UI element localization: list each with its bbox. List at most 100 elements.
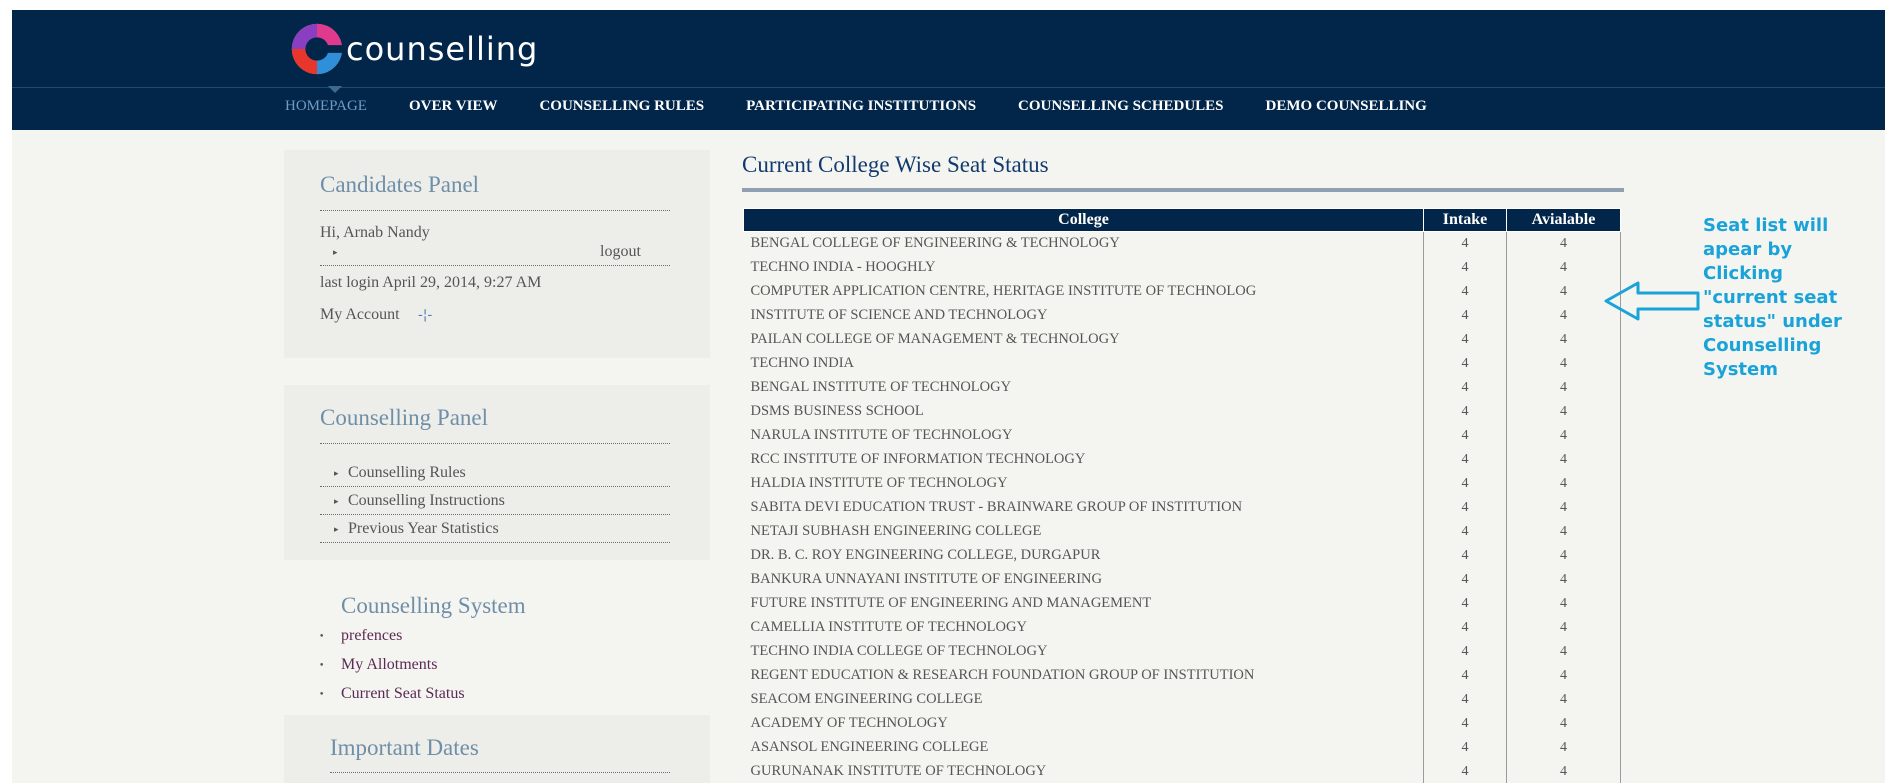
available-cell: 4: [1506, 735, 1621, 760]
college-name-cell: TECHNO INDIA: [750, 355, 855, 371]
annotation-line: System: [1703, 359, 1778, 380]
college-name-cell: CAMELLIA INSTITUTE OF TECHNOLOGY: [750, 619, 1027, 635]
link-my-allotments[interactable]: My Allotments: [341, 656, 437, 674]
annotation-callout: Seat list will apear by Clicking "curren…: [1703, 214, 1885, 382]
available-cell: 4: [1506, 543, 1621, 568]
nav-divider: [12, 87, 1885, 88]
browser-viewport: counselling HOMEPAGE OVER VIEW COUNSELLI…: [12, 10, 1885, 783]
college-name-cell: NETAJI SUBHASH ENGINEERING COLLEGE: [750, 523, 1042, 539]
logout-link[interactable]: logout: [600, 243, 641, 261]
available-cell: 4: [1506, 711, 1621, 736]
divider: [320, 210, 670, 211]
bullet-dot-icon: •: [319, 690, 325, 700]
table-row: INSTITUTE OF SCIENCE AND TECHNOLOGY 4 4: [744, 303, 1621, 328]
available-cell: 4: [1506, 255, 1621, 280]
column-header-intake: Intake: [1423, 208, 1507, 232]
nav-over-view[interactable]: OVER VIEW: [409, 98, 498, 115]
link-previous-year-statistics[interactable]: Previous Year Statistics: [348, 520, 499, 538]
candidates-panel: Candidates Panel Hi, Arnab Nandy ▸ logou…: [284, 150, 710, 358]
counselling-panel-title: Counselling Panel: [320, 405, 489, 430]
table-row: NARULA INSTITUTE OF TECHNOLOGY 4 4: [744, 423, 1621, 448]
last-login-text: last login April 29, 2014, 9:27 AM: [320, 274, 542, 291]
college-name-cell: DSMS BUSINESS SCHOOL: [750, 403, 924, 419]
counselling-panel: Counselling Panel ▸ Counselling Rules ▸ …: [284, 385, 710, 560]
nav-participating-institutions[interactable]: PARTICIPATING INSTITUTIONS: [746, 98, 976, 115]
intake-cell: 4: [1423, 231, 1507, 256]
nav-counselling-schedules[interactable]: COUNSELLING SCHEDULES: [1018, 98, 1223, 115]
table-row: DR. B. C. ROY ENGINEERING COLLEGE, DURGA…: [744, 543, 1621, 568]
table-row: TECHNO INDIA 4 4: [744, 351, 1621, 376]
available-cell: 4: [1506, 567, 1621, 592]
college-name-cell: TECHNO INDIA - HOOGHLY: [750, 259, 936, 275]
college-name-cell: ACADEMY OF TECHNOLOGY: [750, 715, 948, 731]
college-name-cell: SEACOM ENGINEERING COLLEGE: [750, 691, 983, 707]
college-name-cell: RCC INSTITUTE OF INFORMATION TECHNOLOGY: [750, 451, 1086, 467]
available-cell: 4: [1506, 759, 1621, 783]
intake-cell: 4: [1423, 303, 1507, 328]
nav-counselling-rules[interactable]: COUNSELLING RULES: [539, 98, 704, 115]
college-name-cell: NARULA INSTITUTE OF TECHNOLOGY: [750, 427, 1013, 443]
page-title: Current College Wise Seat Status: [742, 152, 1049, 177]
divider: [320, 443, 670, 444]
left-arrow-icon: [1604, 281, 1700, 321]
intake-cell: 4: [1423, 639, 1507, 664]
college-name-cell: ASANSOL ENGINEERING COLLEGE: [750, 739, 989, 755]
nav-homepage[interactable]: HOMEPAGE: [285, 98, 367, 115]
settings-sparkle-icon[interactable]: -¦-: [418, 307, 432, 323]
title-underline: [742, 188, 1624, 192]
table-row: PAILAN COLLEGE OF MANAGEMENT & TECHNOLOG…: [744, 327, 1621, 352]
counselling-system-title: Counselling System: [341, 593, 526, 618]
table-row: ASANSOL ENGINEERING COLLEGE 4 4: [744, 735, 1621, 760]
intake-cell: 4: [1423, 615, 1507, 640]
annotation-line: Seat list will: [1703, 215, 1829, 236]
candidates-panel-title: Candidates Panel: [320, 172, 480, 197]
divider: [320, 514, 670, 515]
table-row: TECHNO INDIA COLLEGE OF TECHNOLOGY 4 4: [744, 639, 1621, 664]
table-row: DSMS BUSINESS SCHOOL 4 4: [744, 399, 1621, 424]
logo-text: counselling: [346, 30, 539, 68]
table-row: FUTURE INSTITUTE OF ENGINEERING AND MANA…: [744, 591, 1621, 616]
table-row: BENGAL INSTITUTE OF TECHNOLOGY 4 4: [744, 375, 1621, 400]
available-cell: 4: [1506, 519, 1621, 544]
intake-cell: 4: [1423, 279, 1507, 304]
divider: [320, 542, 670, 543]
intake-cell: 4: [1423, 711, 1507, 736]
link-prefences[interactable]: prefences: [341, 627, 402, 645]
available-cell: 4: [1506, 591, 1621, 616]
intake-cell: 4: [1423, 543, 1507, 568]
bullet-dot-icon: •: [319, 632, 325, 642]
annotation-line: Counselling: [1703, 335, 1822, 356]
my-account-link[interactable]: My Account: [320, 306, 400, 324]
column-header-college: College: [743, 208, 1424, 232]
main-nav: HOMEPAGE OVER VIEW COUNSELLING RULES PAR…: [285, 98, 1469, 115]
college-name-cell: GURUNANAK INSTITUTE OF TECHNOLOGY: [750, 763, 1047, 779]
intake-cell: 4: [1423, 423, 1507, 448]
college-name-cell: DR. B. C. ROY ENGINEERING COLLEGE, DURGA…: [750, 547, 1101, 563]
intake-cell: 4: [1423, 351, 1507, 376]
intake-cell: 4: [1423, 471, 1507, 496]
column-header-available: Avialable: [1506, 208, 1621, 232]
college-name-cell: COMPUTER APPLICATION CENTRE, HERITAGE IN…: [750, 283, 1257, 299]
available-cell: 4: [1506, 495, 1621, 520]
available-cell: 4: [1506, 687, 1621, 712]
link-counselling-instructions[interactable]: Counselling Instructions: [348, 492, 505, 510]
divider: [320, 265, 670, 266]
bullet-arrow-icon: ▸: [333, 248, 338, 258]
table-row: CAMELLIA INSTITUTE OF TECHNOLOGY 4 4: [744, 615, 1621, 640]
available-cell: 4: [1506, 327, 1621, 352]
bullet-arrow-icon: ▸: [334, 525, 339, 535]
divider: [320, 486, 670, 487]
college-name-cell: SABITA DEVI EDUCATION TRUST - BRAINWARE …: [750, 499, 1243, 515]
table-row: COMPUTER APPLICATION CENTRE, HERITAGE IN…: [744, 279, 1621, 304]
link-current-seat-status[interactable]: Current Seat Status: [341, 685, 465, 703]
intake-cell: 4: [1423, 759, 1507, 783]
site-logo[interactable]: counselling: [288, 18, 538, 80]
annotation-line: "current seat: [1703, 287, 1838, 308]
table-row: NETAJI SUBHASH ENGINEERING COLLEGE 4 4: [744, 519, 1621, 544]
available-cell: 4: [1506, 663, 1621, 688]
nav-demo-counselling[interactable]: DEMO COUNSELLING: [1266, 98, 1427, 115]
table-row: SABITA DEVI EDUCATION TRUST - BRAINWARE …: [744, 495, 1621, 520]
link-counselling-rules[interactable]: Counselling Rules: [348, 464, 466, 482]
intake-cell: 4: [1423, 447, 1507, 472]
divider: [330, 772, 670, 773]
